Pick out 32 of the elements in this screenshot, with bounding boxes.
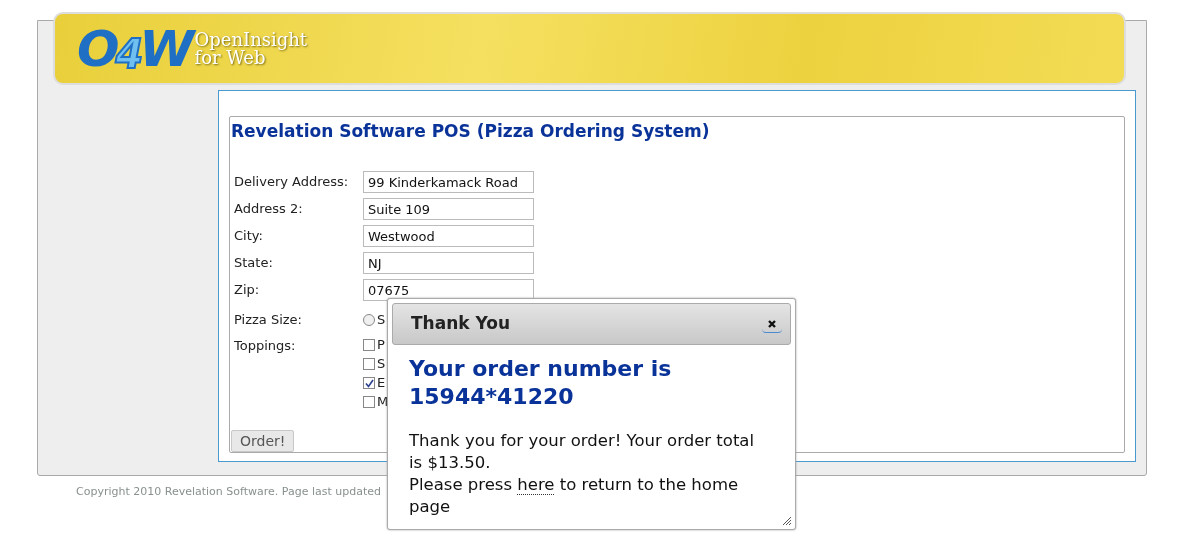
return-message: Please press here to return to the home page — [409, 474, 740, 518]
field-label: Address 2: — [234, 200, 304, 218]
field-label: City: — [234, 227, 264, 245]
topping-label: S — [377, 355, 386, 374]
close-icon — [767, 318, 777, 329]
option-label: S — [377, 311, 386, 329]
field-label: State: — [234, 254, 274, 272]
field-label: Delivery Address: — [234, 173, 350, 191]
home-link[interactable]: here — [517, 475, 555, 495]
text-field[interactable]: NJ — [363, 252, 534, 274]
text-field[interactable]: Westwood — [363, 225, 534, 247]
checkbox[interactable] — [363, 339, 375, 351]
form-title: Revelation Software POS (Pizza Ordering System) — [231, 120, 711, 143]
dialog-title: Thank You — [411, 312, 511, 336]
order-number-heading: Your order number is 15944*41220 — [409, 355, 673, 411]
text-field[interactable]: Suite 109 — [363, 198, 534, 220]
radio-button[interactable] — [363, 313, 375, 326]
field-label: Toppings: — [234, 336, 297, 355]
logo-title: OpenInsight — [194, 30, 308, 49]
resize-grip-icon[interactable] — [782, 516, 792, 526]
field-label: Pizza Size: — [234, 311, 303, 329]
footer-text: Copyright 2010 Revelation Software. Page last updated — [76, 484, 381, 500]
text-field[interactable]: 99 Kinderkamack Road — [363, 171, 534, 193]
topping-label: M — [377, 393, 389, 412]
checkbox[interactable] — [363, 377, 375, 389]
order-message: Thank you for your order! Your order total is $13.50. — [409, 430, 756, 474]
field-label: Zip: — [234, 281, 261, 299]
checkbox[interactable] — [363, 396, 375, 408]
topping-label: P — [377, 336, 385, 355]
topping-label: E — [377, 374, 386, 393]
checkbox[interactable] — [363, 358, 375, 370]
order-button[interactable]: Order! — [231, 430, 295, 452]
